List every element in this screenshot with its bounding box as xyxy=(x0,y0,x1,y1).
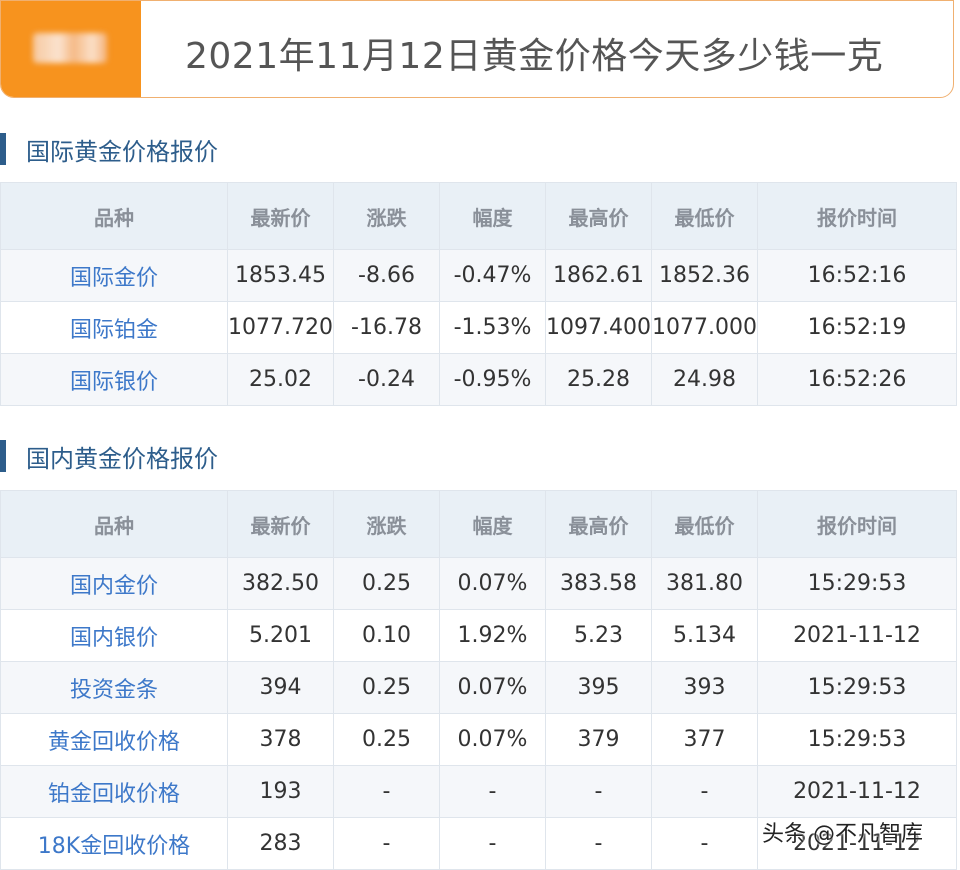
table-cell: 395 xyxy=(545,661,652,714)
column-header: 品种 xyxy=(0,182,228,250)
table-cell: 2021-11-12 xyxy=(757,765,957,818)
table-cell: 5.201 xyxy=(227,609,334,662)
table-cell: 16:52:16 xyxy=(757,249,957,302)
product-name-link[interactable]: 国内金价 xyxy=(0,557,228,610)
international-price-table: 品种 最新价 涨跌 幅度 最高价 最低价 报价时间 国际金价 1853.45 -8.66 -0.4… xyxy=(0,182,957,406)
table-cell: -0.47% xyxy=(439,249,546,302)
table-cell: 5.134 xyxy=(651,609,758,662)
table-cell: 25.02 xyxy=(227,353,334,406)
table-row: 黄金回收价格 378 0.25 0.07% 379 377 15:29:53 xyxy=(0,713,957,766)
domestic-heading-label: 国内黄金价格报价 xyxy=(26,444,218,473)
international-heading-label: 国际黄金价格报价 xyxy=(26,137,218,166)
table-cell: -16.78 xyxy=(333,301,440,354)
column-header: 报价时间 xyxy=(757,182,957,250)
table-cell: 1.92% xyxy=(439,609,546,662)
table-row: 国际金价 1853.45 -8.66 -0.47% 1862.61 1852.36 16:5… xyxy=(0,249,957,302)
table-cell: 377 xyxy=(651,713,758,766)
column-header: 最低价 xyxy=(651,182,758,250)
product-name-link[interactable]: 国际金价 xyxy=(0,249,228,302)
table-cell: 394 xyxy=(227,661,334,714)
domestic-section-heading: 国内黄金价格报价 xyxy=(0,437,218,475)
column-header: 最新价 xyxy=(227,490,334,558)
table-cell: 379 xyxy=(545,713,652,766)
product-name-link[interactable]: 铂金回收价格 xyxy=(0,765,228,818)
column-header: 品种 xyxy=(0,490,228,558)
heading-accent-bar xyxy=(0,133,6,165)
product-name-link[interactable]: 黄金回收价格 xyxy=(0,713,228,766)
table-cell: -0.24 xyxy=(333,353,440,406)
table-cell: 0.25 xyxy=(333,713,440,766)
heading-accent-bar xyxy=(0,440,6,472)
table-cell: 1077.720 xyxy=(227,301,334,354)
table-cell: 0.07% xyxy=(439,661,546,714)
product-name-link[interactable]: 投资金条 xyxy=(0,661,228,714)
table-cell: 15:29:53 xyxy=(757,661,957,714)
table-cell: 0.10 xyxy=(333,609,440,662)
column-header: 最高价 xyxy=(545,490,652,558)
column-header: 报价时间 xyxy=(757,490,957,558)
column-header: 最高价 xyxy=(545,182,652,250)
product-name-link[interactable]: 国内银价 xyxy=(0,609,228,662)
table-cell: - xyxy=(439,765,546,818)
column-header: 最低价 xyxy=(651,490,758,558)
watermark-text: 头条 @不凡智库 xyxy=(762,822,923,847)
table-cell: - xyxy=(651,765,758,818)
column-header: 幅度 xyxy=(439,490,546,558)
table-cell: 283 xyxy=(227,817,334,870)
table-cell: 16:52:26 xyxy=(757,353,957,406)
product-name-link[interactable]: 18K金回收价格 xyxy=(0,817,228,870)
blurred-logo-image xyxy=(33,33,107,63)
table-row: 国内银价 5.201 0.10 1.92% 5.23 5.134 2021-11-12 xyxy=(0,609,957,662)
table-header-row: 品种 最新价 涨跌 幅度 最高价 最低价 报价时间 xyxy=(0,182,957,250)
table-header-row: 品种 最新价 涨跌 幅度 最高价 最低价 报价时间 xyxy=(0,490,957,558)
table-cell: - xyxy=(545,817,652,870)
column-header: 涨跌 xyxy=(333,490,440,558)
domestic-price-table: 品种 最新价 涨跌 幅度 最高价 最低价 报价时间 国内金价 382.50 0.25 0.07% 3… xyxy=(0,490,957,870)
table-cell: -1.53% xyxy=(439,301,546,354)
table-row: 铂金回收价格 193- - - -2021-11-12 xyxy=(0,765,957,818)
table-cell: 193 xyxy=(227,765,334,818)
column-header: 涨跌 xyxy=(333,182,440,250)
column-header: 幅度 xyxy=(439,182,546,250)
table-cell: 381.80 xyxy=(651,557,758,610)
table-cell: 24.98 xyxy=(651,353,758,406)
table-cell: - xyxy=(651,817,758,870)
page-title: 2021年11月12日黄金价格今天多少钱一克 xyxy=(185,36,884,77)
table-row: 国内金价 382.50 0.25 0.07% 383.58 381.80 15:29:53 xyxy=(0,557,957,610)
table-cell: 15:29:53 xyxy=(757,557,957,610)
table-cell: 1077.000 xyxy=(651,301,758,354)
table-cell: 0.07% xyxy=(439,713,546,766)
table-cell: 15:29:53 xyxy=(757,713,957,766)
table-cell: 1097.400 xyxy=(545,301,652,354)
table-row: 国际铂金 1077.720 -16.78 -1.53% 1097.400 1077.000… xyxy=(0,301,957,354)
table-cell: 1852.36 xyxy=(651,249,758,302)
table-cell: 0.25 xyxy=(333,661,440,714)
table-cell: - xyxy=(333,765,440,818)
table-cell: - xyxy=(545,765,652,818)
table-cell: 16:52:19 xyxy=(757,301,957,354)
table-cell: 2021-11-12 xyxy=(757,609,957,662)
table-cell: 393 xyxy=(651,661,758,714)
table-cell: 25.28 xyxy=(545,353,652,406)
international-section-heading: 国际黄金价格报价 xyxy=(0,130,218,168)
table-cell: -8.66 xyxy=(333,249,440,302)
table-cell: - xyxy=(439,817,546,870)
table-cell: -0.95% xyxy=(439,353,546,406)
table-cell: 5.23 xyxy=(545,609,652,662)
table-cell: 383.58 xyxy=(545,557,652,610)
site-logo[interactable] xyxy=(1,1,141,97)
column-header: 最新价 xyxy=(227,182,334,250)
product-name-link[interactable]: 国际银价 xyxy=(0,353,228,406)
table-cell: 382.50 xyxy=(227,557,334,610)
table-cell: - xyxy=(333,817,440,870)
product-name-link[interactable]: 国际铂金 xyxy=(0,301,228,354)
table-cell: 0.07% xyxy=(439,557,546,610)
table-cell: 378 xyxy=(227,713,334,766)
table-cell: 1862.61 xyxy=(545,249,652,302)
table-row: 投资金条 394 0.25 0.07% 395 393 15:29:53 xyxy=(0,661,957,714)
table-row: 国际银价 25.02 -0.24 -0.95% 25.28 24.98 16:52:26 xyxy=(0,353,957,406)
table-cell: 1853.45 xyxy=(227,249,334,302)
table-cell: 0.25 xyxy=(333,557,440,610)
page-header: 2021年11月12日黄金价格今天多少钱一克 xyxy=(0,0,954,98)
